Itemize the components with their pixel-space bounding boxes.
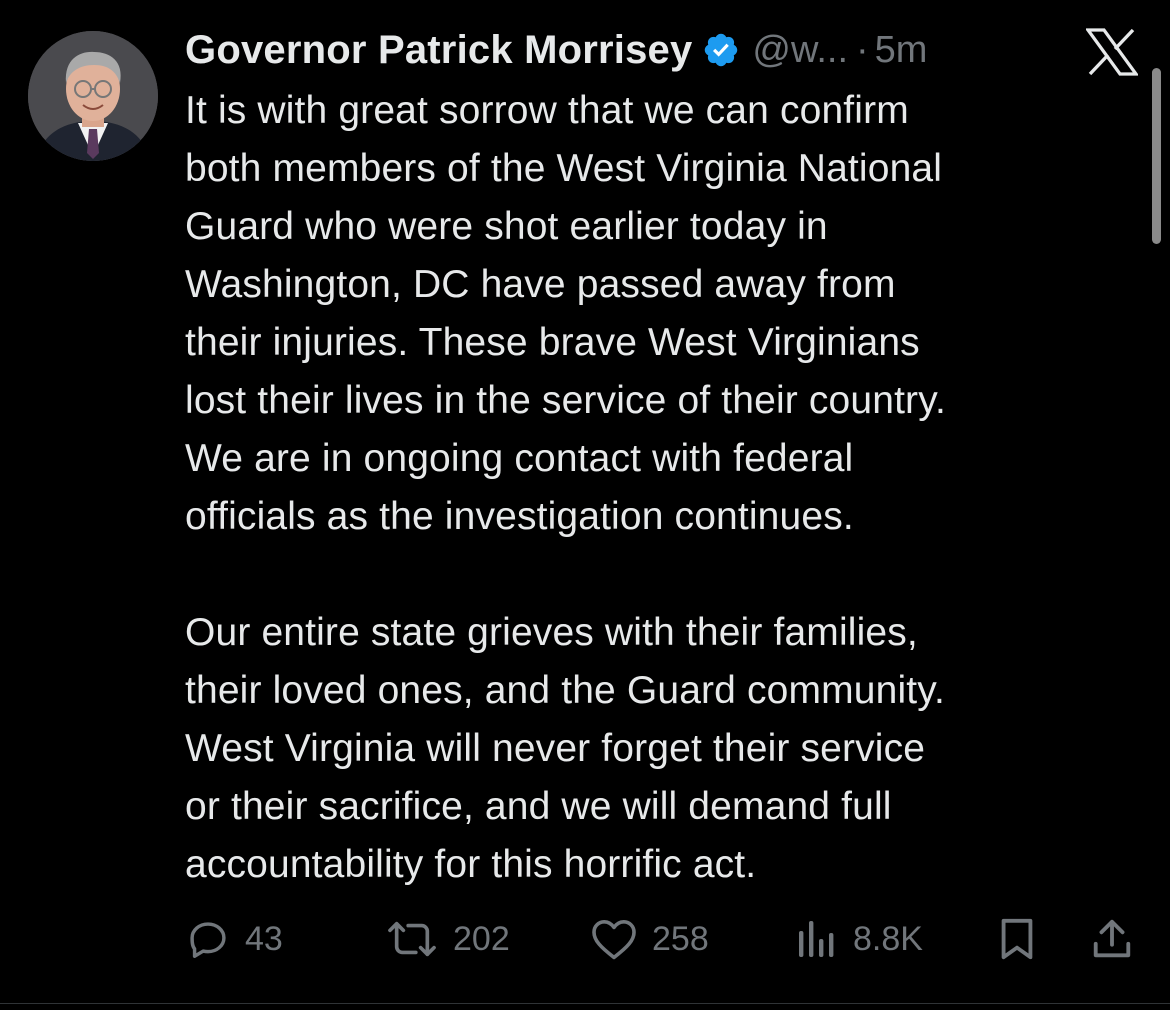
- reply-count: 43: [245, 919, 283, 958]
- views-button[interactable]: 8.8K: [795, 912, 923, 966]
- tweet-timestamp[interactable]: 5m: [875, 29, 928, 72]
- x-logo-icon: [1084, 28, 1140, 76]
- author-display-name[interactable]: Governor Patrick Morrisey: [185, 28, 692, 73]
- views-icon: [799, 921, 834, 957]
- tweet-paragraph-1: It is with great sorrow that we can conf…: [185, 89, 946, 538]
- share-icon: [1093, 919, 1131, 958]
- reply-button[interactable]: 43: [185, 912, 283, 966]
- tweet-text: It is with great sorrow that we can conf…: [185, 82, 1160, 894]
- tweet-paragraph-2: Our entire state grieves with their fami…: [185, 611, 945, 886]
- tweet-header: Governor Patrick Morrisey @w... · 5m: [185, 22, 927, 78]
- avatar[interactable]: [28, 31, 158, 161]
- bookmark-button[interactable]: [997, 912, 1037, 966]
- like-count: 258: [652, 919, 709, 958]
- heart-icon: [592, 920, 636, 960]
- divider: [0, 1003, 1170, 1004]
- bookmark-icon: [1001, 918, 1033, 960]
- tweet[interactable]: Governor Patrick Morrisey @w... · 5m It …: [0, 0, 1170, 1010]
- share-button[interactable]: [1090, 912, 1134, 966]
- repost-count: 202: [453, 919, 510, 958]
- avatar-photo: [28, 31, 158, 161]
- repost-button[interactable]: 202: [385, 912, 510, 966]
- repost-icon: [388, 921, 436, 957]
- tweet-action-bar: 43 202 258 8.8K: [185, 912, 1145, 966]
- author-handle[interactable]: @w...: [752, 29, 848, 72]
- meta-separator: ·: [856, 28, 869, 71]
- verified-badge-icon[interactable]: [702, 31, 740, 69]
- reply-icon: [190, 922, 226, 958]
- views-count: 8.8K: [853, 919, 923, 958]
- like-button[interactable]: 258: [590, 912, 709, 966]
